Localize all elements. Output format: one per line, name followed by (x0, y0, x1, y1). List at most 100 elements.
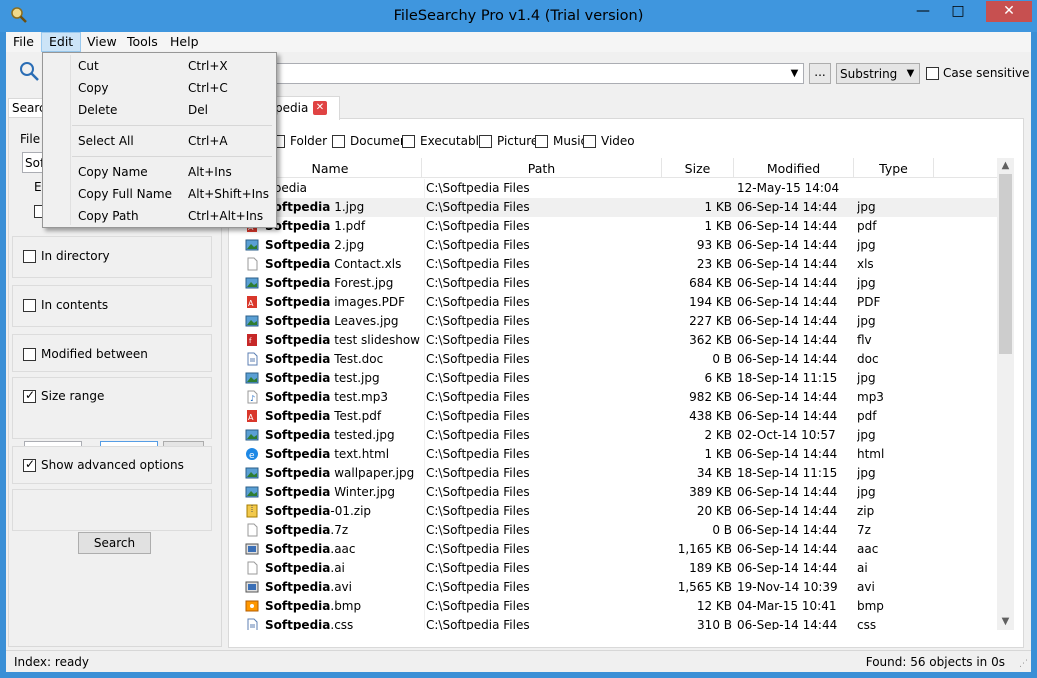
file-label: File (20, 132, 41, 146)
menu-item-cut[interactable]: Cut Ctrl+X (45, 55, 274, 77)
menu-item-delete[interactable]: Delete Del (45, 99, 274, 121)
html-file-icon: e (245, 447, 259, 461)
menu-edit[interactable]: Edit (41, 32, 82, 52)
filter-video[interactable]: Video (583, 134, 635, 148)
name-cell: A Softpedia images.PDF (245, 293, 420, 312)
table-row[interactable]: Softpedia Forest.jpg C:\Softpedia Files 68… (239, 274, 999, 293)
music-checkbox[interactable] (535, 135, 548, 148)
in-directory-checkbox[interactable] (23, 250, 36, 263)
table-row[interactable]: e Softpedia text.html C:\Softpedia Files 1 … (239, 445, 999, 464)
menu-item-shortcut: Alt+Shift+Ins (188, 187, 270, 201)
menu-tools[interactable]: Tools (120, 32, 165, 52)
in-contents-label: In contents (41, 298, 109, 312)
table-row[interactable]: A Softpedia images.PDF C:\Softpedia Files 1… (239, 293, 999, 312)
table-row[interactable]: f Softpedia test slideshow.flv C:\Softpedi… (239, 331, 999, 350)
table-row[interactable]: ♪ Softpedia test.mp3 C:\Softpedia Files 982… (239, 388, 999, 407)
close-tab-icon[interactable]: ✕ (313, 101, 327, 115)
table-row[interactable]: Softpedia wallpaper.jpg C:\Softpedia File… (239, 464, 999, 483)
table-row[interactable]: Softpedia.css C:\Softpedia Files 310 B 06-S… (239, 616, 999, 630)
maximize-icon[interactable]: □ (944, 1, 972, 22)
filter-document[interactable]: Document (332, 134, 412, 148)
column-header-size[interactable]: Size (662, 158, 734, 178)
name-rest: .css (330, 618, 354, 630)
menu-item-label: Copy Path (78, 209, 139, 223)
table-row[interactable]: Softpedia Test.doc C:\Softpedia Files 0 B0… (239, 350, 999, 369)
minimize-icon[interactable]: — (909, 1, 937, 22)
name-rest: Test.doc (330, 352, 384, 366)
in-contents-checkbox[interactable] (23, 299, 36, 312)
search-query-combo[interactable]: est ▼ (242, 63, 804, 84)
search-button[interactable]: Search (78, 532, 151, 554)
table-row[interactable]: Softpedia.7z C:\Softpedia Files 0 B 06-Sep-… (239, 521, 999, 540)
svg-text:A: A (248, 413, 254, 422)
filter-executable[interactable]: Executable (402, 134, 486, 148)
chevron-down-icon[interactable]: ▼ (786, 64, 803, 83)
table-row[interactable]: Softpedia-01.zip C:\Softpedia Files 20 KB 0… (239, 502, 999, 521)
table-row[interactable]: ASoftpedia 1.pdfC:\Softpedia Files1 KB06… (239, 217, 999, 236)
video-checkbox[interactable] (583, 135, 596, 148)
menu-help[interactable]: Help (163, 32, 206, 52)
picture-checkbox[interactable] (479, 135, 492, 148)
table-row[interactable]: Softpedia tested.jpg C:\Softpedia Files 2 … (239, 426, 999, 445)
size-cell: 0 B (712, 352, 732, 366)
size-range-checkbox[interactable] (23, 388, 36, 403)
name-cell: Softpedia.css (245, 616, 420, 630)
title-bar[interactable]: FileSearchy Pro v1.4 (Trial version) — □… (0, 0, 1037, 32)
case-sensitive-option[interactable]: Case sensitive (926, 66, 1030, 80)
table-row[interactable]: Softpedia Leaves.jpg C:\Softpedia Files 22… (239, 312, 999, 331)
table-row[interactable]: Softpedia 1.jpg C:\Softpedia Files 1 KB 06-… (239, 198, 999, 217)
type-cell: xls (857, 257, 874, 271)
modified-cell: 06-Sep-14 14:44 (737, 618, 838, 630)
table-row[interactable]: Softpedia Winter.jpg C:\Softpedia Files 38… (239, 483, 999, 502)
modified-cell: 06-Sep-14 14:44 (737, 276, 838, 290)
table-row[interactable]: Softpedia Contact.xls C:\Softpedia Files 2… (239, 255, 999, 274)
column-header-type[interactable]: Type (854, 158, 934, 178)
filter-music[interactable]: Music (535, 134, 587, 148)
executable-checkbox[interactable] (402, 135, 415, 148)
path-cell: C:\Softpedia Files (424, 445, 662, 464)
filter-folder[interactable]: Folder (272, 134, 327, 148)
vertical-scrollbar[interactable]: ▲ ▼ (997, 158, 1014, 630)
menu-item-copy-full-name[interactable]: Copy Full Name Alt+Shift+Ins (45, 183, 274, 205)
menu-item-copy-name[interactable]: Copy Name Alt+Ins (45, 161, 274, 183)
size-cell: 93 KB (696, 238, 732, 252)
table-row[interactable]: Softpedia.avi C:\Softpedia Files 1,565 KB 1… (239, 578, 999, 597)
modified-between-checkbox[interactable] (23, 348, 36, 361)
menu-item-copy-path[interactable]: Copy Path Ctrl+Alt+Ins (45, 205, 274, 227)
menu-view[interactable]: View (80, 32, 124, 52)
table-row[interactable]: Softpedia test.jpg C:\Softpedia Files 6 KB… (239, 369, 999, 388)
match-mode-select[interactable]: Substring ▼ (836, 63, 920, 84)
scroll-up-icon[interactable]: ▲ (997, 158, 1014, 174)
show-advanced-label: Show advanced options (41, 458, 184, 472)
menu-item-copy[interactable]: Copy Ctrl+C (45, 77, 274, 99)
chevron-down-icon: ▼ (906, 68, 915, 79)
close-icon[interactable]: ✕ (986, 1, 1032, 22)
resize-grip-icon[interactable]: ⋰ (1019, 659, 1029, 669)
scrollbar-thumb[interactable] (999, 174, 1012, 354)
name-match: Softpedia (265, 504, 331, 518)
type-cell: ai (857, 561, 868, 575)
name-rest: .aac (330, 542, 356, 556)
table-row[interactable]: ftpedia C:\Softpedia Files 12-May-15 14:04 (239, 179, 999, 198)
scroll-down-icon[interactable]: ▼ (997, 614, 1014, 630)
menu-item-select-all[interactable]: Select All Ctrl+A (45, 130, 274, 152)
search-toolbar-icon[interactable] (18, 60, 40, 82)
table-row[interactable]: Softpedia.ai C:\Softpedia Files 189 KB 06-S… (239, 559, 999, 578)
table-row[interactable]: Softpedia.aac C:\Softpedia Files 1,165 KB 0… (239, 540, 999, 559)
name-match: Softpedia (265, 618, 331, 630)
menu-file[interactable]: File (6, 32, 41, 52)
type-cell (857, 179, 937, 198)
browse-button[interactable]: ... (809, 63, 831, 84)
document-checkbox[interactable] (332, 135, 345, 148)
case-sensitive-checkbox[interactable] (926, 67, 939, 80)
type-cell: jpg (857, 276, 876, 290)
filter-picture[interactable]: Picture (479, 134, 538, 148)
table-row[interactable]: A Softpedia Test.pdf C:\Softpedia Files 438… (239, 407, 999, 426)
show-advanced-checkbox[interactable] (23, 457, 36, 472)
column-header-path[interactable]: Path (422, 158, 662, 178)
table-row[interactable]: Softpedia.bmp C:\Softpedia Files 12 KB 04-M… (239, 597, 999, 616)
name-match: Softpedia (265, 447, 331, 461)
type-cell: 7z (857, 523, 871, 537)
table-row[interactable]: Softpedia 2.jpg C:\Softpedia Files 93 KB 06… (239, 236, 999, 255)
column-header-modified[interactable]: Modified (734, 158, 854, 178)
